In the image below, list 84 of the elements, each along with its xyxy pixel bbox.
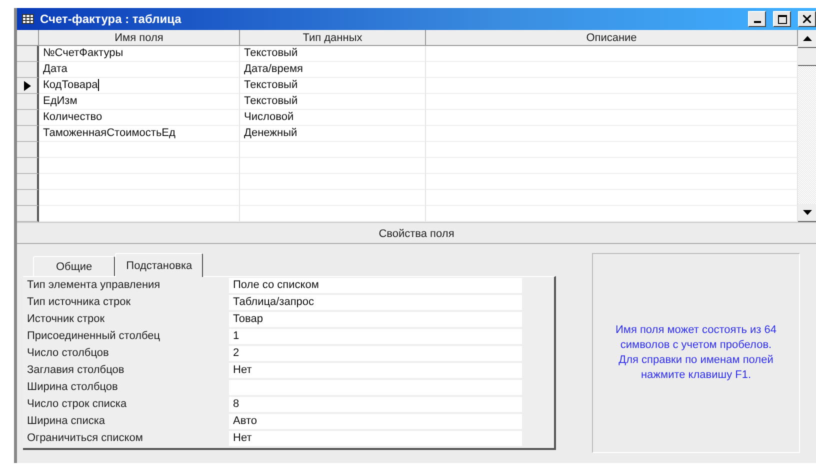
close-button[interactable] — [798, 11, 816, 27]
data-type-cell[interactable]: Текстовый — [240, 46, 426, 62]
field-name-cell[interactable] — [39, 142, 240, 158]
field-name-cell[interactable]: Количество — [39, 110, 240, 126]
row-selector[interactable] — [17, 158, 39, 174]
header-corner — [17, 30, 39, 46]
column-header[interactable]: Описание — [426, 30, 798, 46]
maximize-icon[interactable] — [778, 14, 786, 24]
property-value-field[interactable]: Нет — [229, 363, 522, 378]
property-label: Тип источника строк — [26, 295, 132, 310]
text-cursor — [98, 79, 99, 92]
close-icon[interactable] — [803, 15, 811, 23]
property-value-field[interactable]: 8 — [229, 397, 522, 412]
column-header[interactable]: Тип данных — [240, 30, 426, 46]
field-name-cell[interactable]: ТаможеннаяСтоимостьЕд — [39, 126, 240, 142]
section-title: Свойства поля — [17, 226, 816, 244]
property-label: Заглавия столбцов — [26, 363, 126, 378]
minimize-button[interactable] — [748, 11, 766, 27]
row-selector[interactable] — [17, 94, 39, 110]
property-value-field[interactable]: Таблица/запрос — [229, 295, 522, 310]
property-value-field[interactable]: 2 — [229, 346, 522, 361]
data-type-cell[interactable]: Текстовый — [240, 94, 426, 110]
field-name-cell[interactable]: ЕдИзм — [39, 94, 240, 110]
description-cell[interactable] — [426, 62, 798, 78]
row-selector[interactable] — [17, 126, 39, 142]
data-type-cell[interactable] — [240, 142, 426, 158]
scroll-down-icon[interactable] — [802, 210, 812, 215]
description-cell[interactable] — [426, 78, 798, 94]
property-value-field[interactable]: Товар — [229, 312, 522, 327]
field-name-cell[interactable] — [39, 174, 240, 190]
window-title: Счет-фактура : таблица — [40, 12, 182, 26]
help-text: Имя поля может состоять из 64 символов с учетом пробелов. Для справки по именам полей нажмите клавишу F1. — [592, 253, 800, 453]
field-name-cell[interactable] — [39, 158, 240, 174]
maximize-button[interactable] — [773, 11, 791, 27]
row-selector[interactable] — [17, 190, 39, 206]
field-name-cell[interactable] — [39, 206, 240, 222]
property-label: Тип элемента управления — [26, 278, 162, 293]
data-type-cell[interactable]: Числовой — [240, 110, 426, 126]
row-selector[interactable] — [17, 110, 39, 126]
row-selector[interactable] — [17, 174, 39, 190]
description-cell[interactable] — [426, 46, 798, 62]
current-row-icon — [24, 80, 30, 90]
row-selector[interactable] — [17, 62, 39, 78]
data-type-cell[interactable] — [240, 206, 426, 222]
scroll-thumb[interactable] — [798, 48, 816, 66]
data-type-cell[interactable] — [240, 174, 426, 190]
row-selector[interactable] — [17, 142, 39, 158]
column-header[interactable]: Имя поля — [39, 30, 240, 46]
description-cell[interactable] — [426, 206, 798, 222]
data-type-cell[interactable]: Текстовый — [240, 78, 426, 94]
vertical-scrollbar[interactable] — [798, 30, 816, 222]
description-cell[interactable] — [426, 142, 798, 158]
property-value-field[interactable]: 1 — [229, 329, 522, 344]
data-type-cell[interactable] — [240, 190, 426, 206]
description-cell[interactable] — [426, 110, 798, 126]
field-name-cell[interactable]: КодТовара — [39, 78, 240, 94]
property-value-field[interactable]: Поле со списком — [229, 278, 522, 293]
description-cell[interactable] — [426, 190, 798, 206]
scroll-up-icon[interactable] — [802, 36, 812, 41]
property-label: Ширина столбцов — [26, 380, 119, 395]
property-label: Присоединенный столбец — [26, 329, 162, 344]
row-selector[interactable] — [17, 206, 39, 222]
description-cell[interactable] — [426, 126, 798, 142]
data-type-cell[interactable]: Денежный — [240, 126, 426, 142]
data-type-cell[interactable] — [240, 158, 426, 174]
field-name-cell[interactable] — [39, 190, 240, 206]
property-label: Ширина списка — [26, 414, 106, 429]
field-name-cell[interactable]: №СчетФактуры — [39, 46, 240, 62]
tab[interactable]: Общие — [33, 256, 116, 276]
row-selector[interactable] — [17, 46, 39, 62]
description-cell[interactable] — [426, 94, 798, 110]
property-value-field[interactable]: Нет — [229, 431, 522, 446]
property-label: Число столбцов — [26, 346, 110, 361]
property-label: Ограничиться списком — [26, 431, 144, 446]
data-type-cell[interactable]: Дата/время — [240, 62, 426, 78]
description-cell[interactable] — [426, 174, 798, 190]
property-value-field[interactable]: Авто — [229, 414, 522, 429]
tab[interactable]: Подстановка — [115, 253, 204, 277]
property-label: Источник строк — [26, 312, 106, 327]
table-icon — [22, 14, 34, 24]
description-cell[interactable] — [426, 158, 798, 174]
property-label: Число строк списка — [26, 397, 128, 412]
row-selector[interactable] — [17, 78, 39, 94]
field-name-cell[interactable]: Дата — [39, 62, 240, 78]
